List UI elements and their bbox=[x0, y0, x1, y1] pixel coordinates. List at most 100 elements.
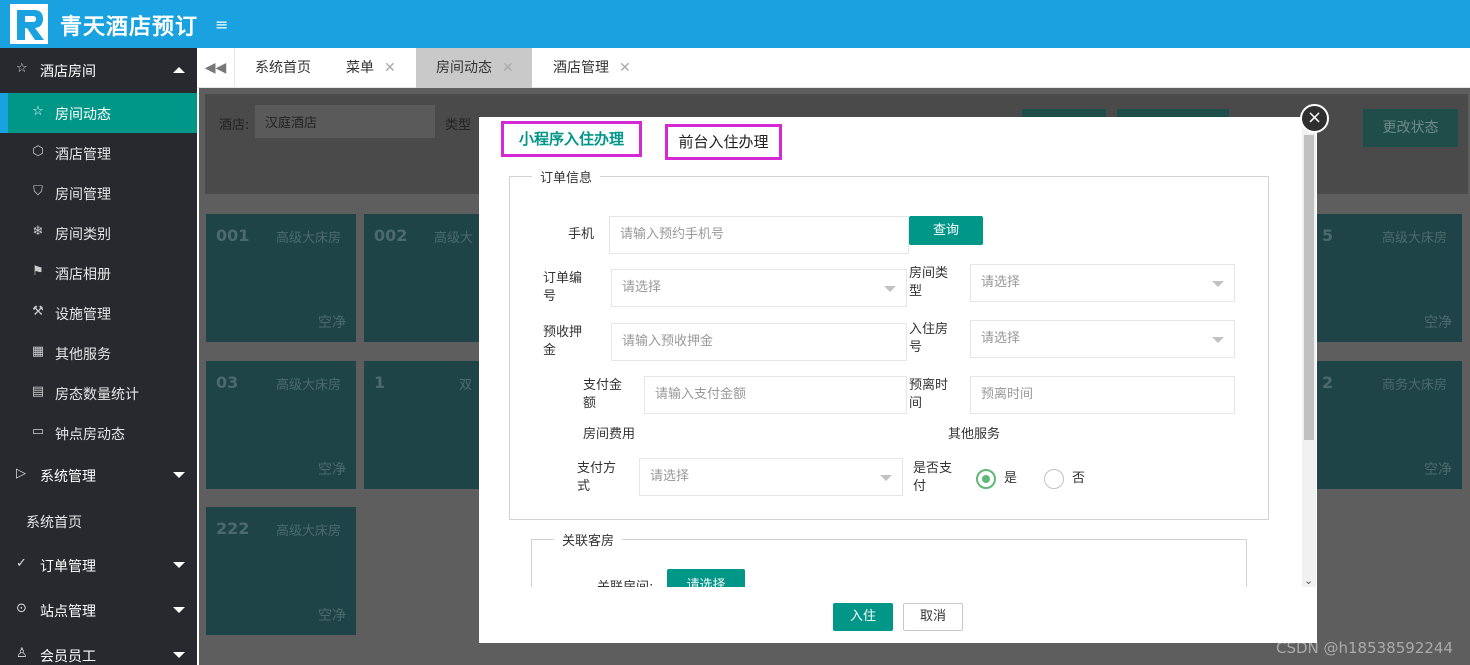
sidebar-item-label: 房间动态 bbox=[55, 107, 111, 123]
sidebar-group-label: 酒店房间 bbox=[40, 64, 96, 80]
paid-yes-label: 是 bbox=[1004, 471, 1018, 486]
tab-label: 房间动态 bbox=[436, 60, 492, 76]
leave-time-label: 预离时间 bbox=[909, 378, 949, 411]
sidebar-group-staff[interactable]: ♙ 会员员工 bbox=[0, 633, 197, 665]
star-icon: ☆ bbox=[32, 104, 44, 119]
close-icon[interactable]: ✕ bbox=[619, 60, 631, 76]
change-status-button[interactable]: 更改状态 bbox=[1363, 109, 1458, 147]
hotel-select[interactable]: 汉庭酒店 bbox=[255, 105, 435, 138]
room-status: 空净 bbox=[318, 315, 346, 331]
close-icon[interactable]: × bbox=[1300, 104, 1329, 133]
room-card[interactable]: 5 高级大床房 空净 bbox=[1312, 214, 1462, 342]
hotel-filter-label: 酒店: bbox=[219, 118, 250, 133]
modal-scrollbar[interactable]: ⌄ bbox=[1302, 125, 1316, 587]
room-type: 商务大床房 bbox=[1382, 378, 1448, 393]
sidebar-item-other-services[interactable]: ▦ 其他服务 bbox=[0, 333, 197, 373]
order-no-select[interactable]: 请选择 bbox=[611, 269, 907, 307]
sidebar-item-room-dynamics[interactable]: ☆ 房间动态 bbox=[0, 93, 197, 133]
shield-icon: ⛉ bbox=[33, 184, 43, 199]
tab-label: 系统首页 bbox=[255, 60, 311, 76]
tab-miniprogram-checkin[interactable]: 小程序入住办理 bbox=[501, 121, 642, 157]
scroll-left-icon[interactable]: ◀◀ bbox=[197, 48, 235, 88]
chevron-down-icon[interactable]: ⌄ bbox=[1304, 574, 1313, 587]
sidebar-item-label: 钟点房动态 bbox=[55, 427, 125, 443]
room-type-label: 房间类型 bbox=[909, 266, 949, 299]
tab-room-dynamics[interactable]: 房间动态 ✕ bbox=[416, 48, 532, 88]
query-button[interactable]: 查询 bbox=[909, 216, 983, 245]
window-icon: ▭ bbox=[31, 424, 45, 439]
sidebar-group-system[interactable]: ▷ 系统管理 bbox=[0, 453, 197, 498]
tab-label: 菜单 bbox=[346, 60, 374, 76]
room-status: 空净 bbox=[1424, 315, 1452, 331]
room-number: 5 bbox=[1322, 226, 1334, 245]
top-header: 青天酒店预订 ≡ bbox=[0, 0, 1470, 48]
room-card[interactable]: 001 高级大床房 空净 bbox=[206, 214, 356, 342]
room-number: 002 bbox=[374, 226, 408, 245]
close-icon[interactable]: ✕ bbox=[384, 60, 396, 76]
pay-amount-label: 支付金额 bbox=[583, 378, 623, 411]
room-number: 1 bbox=[374, 373, 386, 392]
pay-amount-input[interactable]: 请输入支付金额 bbox=[644, 376, 907, 414]
deposit-input[interactable]: 请输入预收押金 bbox=[611, 323, 907, 361]
room-type-select[interactable]: 请选择 bbox=[970, 264, 1235, 302]
sidebar-item-label: 酒店管理 bbox=[55, 147, 111, 163]
deposit-label: 预收押金 bbox=[543, 325, 583, 358]
paid-yes-radio[interactable] bbox=[976, 469, 996, 489]
sidebar-item-label: 酒店相册 bbox=[55, 267, 111, 283]
type-filter-label: 类型 bbox=[445, 118, 472, 133]
close-icon[interactable]: ✕ bbox=[502, 60, 514, 76]
room-type: 高级大床房 bbox=[276, 231, 342, 246]
sidebar-item-room-management[interactable]: ⛉ 房间管理 bbox=[0, 173, 197, 213]
room-no-label: 入住房号 bbox=[909, 322, 949, 355]
sidebar-group-label: 会员员工 bbox=[40, 649, 96, 665]
sidebar: ☆ 酒店房间 ☆ 房间动态 ⬡ 酒店管理 ⛉ 房间管理 ❄ 房间类别 ⚑ 酒店相… bbox=[0, 48, 197, 665]
order-no-label: 订单编号 bbox=[543, 271, 583, 304]
tab-hotel-management[interactable]: 酒店管理 ✕ bbox=[553, 48, 631, 88]
room-type: 双 bbox=[459, 378, 473, 393]
room-card[interactable]: 03 高级大床房 空净 bbox=[206, 361, 356, 489]
is-paid-label: 是否支付 bbox=[913, 461, 953, 494]
sidebar-item-room-category[interactable]: ❄ 房间类别 bbox=[0, 213, 197, 253]
leave-time-input[interactable]: 预离时间 bbox=[970, 376, 1235, 414]
phone-label: 手机 bbox=[568, 227, 595, 242]
user-icon: ♙ bbox=[16, 646, 28, 661]
cancel-button[interactable]: 取消 bbox=[903, 603, 963, 631]
flag-icon: ⚑ bbox=[32, 264, 44, 279]
chevron-down-icon bbox=[173, 472, 185, 478]
chevron-up-icon bbox=[173, 67, 185, 73]
tab-menu[interactable]: 菜单 ✕ bbox=[346, 48, 396, 88]
room-status: 空净 bbox=[1424, 462, 1452, 478]
pay-method-label: 支付方式 bbox=[577, 461, 617, 494]
paid-no-radio[interactable] bbox=[1044, 469, 1064, 489]
phone-input[interactable]: 请输入预约手机号 bbox=[609, 216, 909, 254]
checkin-button[interactable]: 入住 bbox=[833, 603, 893, 631]
sidebar-item-hourly-rooms[interactable]: ▭ 钟点房动态 bbox=[0, 413, 197, 453]
sidebar-item-hotel-album[interactable]: ⚑ 酒店相册 bbox=[0, 253, 197, 293]
room-no-select[interactable]: 请选择 bbox=[970, 320, 1235, 358]
sidebar-item-hotel-management[interactable]: ⬡ 酒店管理 bbox=[0, 133, 197, 173]
scrollbar-thumb[interactable] bbox=[1304, 135, 1314, 440]
tab-frontdesk-checkin[interactable]: 前台入住办理 bbox=[665, 124, 782, 160]
sidebar-group-orders[interactable]: ✓ 订单管理 bbox=[0, 543, 197, 588]
sidebar-item-facility-management[interactable]: ⚒ 设施管理 bbox=[0, 293, 197, 333]
list-icon[interactable]: ≡ bbox=[215, 15, 228, 34]
sidebar-item-label: 设施管理 bbox=[55, 307, 111, 323]
room-card[interactable]: 2 商务大床房 空净 bbox=[1312, 361, 1462, 489]
cube-icon: ⬡ bbox=[32, 144, 44, 159]
order-info-legend: 订单信息 bbox=[540, 171, 593, 186]
tab-bar: ◀◀ 系统首页 菜单 ✕ 房间动态 ✕ 酒店管理 ✕ bbox=[197, 48, 1470, 88]
chevron-down-icon bbox=[173, 607, 185, 613]
compass-icon: ⊙ bbox=[16, 601, 27, 616]
tab-home[interactable]: 系统首页 bbox=[255, 48, 311, 88]
pay-method-select[interactable]: 请选择 bbox=[639, 458, 903, 496]
sidebar-item-label: 其他服务 bbox=[55, 347, 111, 363]
sidebar-group-hotel-rooms[interactable]: ☆ 酒店房间 bbox=[0, 48, 197, 93]
calendar-icon: ▤ bbox=[31, 384, 45, 399]
sidebar-item-room-stats[interactable]: ▤ 房态数量统计 bbox=[0, 373, 197, 413]
room-card[interactable]: 222 高级大床房 空净 bbox=[206, 507, 356, 635]
sidebar-group-label: 站点管理 bbox=[40, 604, 96, 620]
tab-label: 酒店管理 bbox=[553, 60, 609, 76]
sidebar-item-label: 房间管理 bbox=[55, 187, 111, 203]
sidebar-item-home[interactable]: 系统首页 bbox=[26, 512, 82, 532]
sidebar-group-sites[interactable]: ⊙ 站点管理 bbox=[0, 588, 197, 633]
